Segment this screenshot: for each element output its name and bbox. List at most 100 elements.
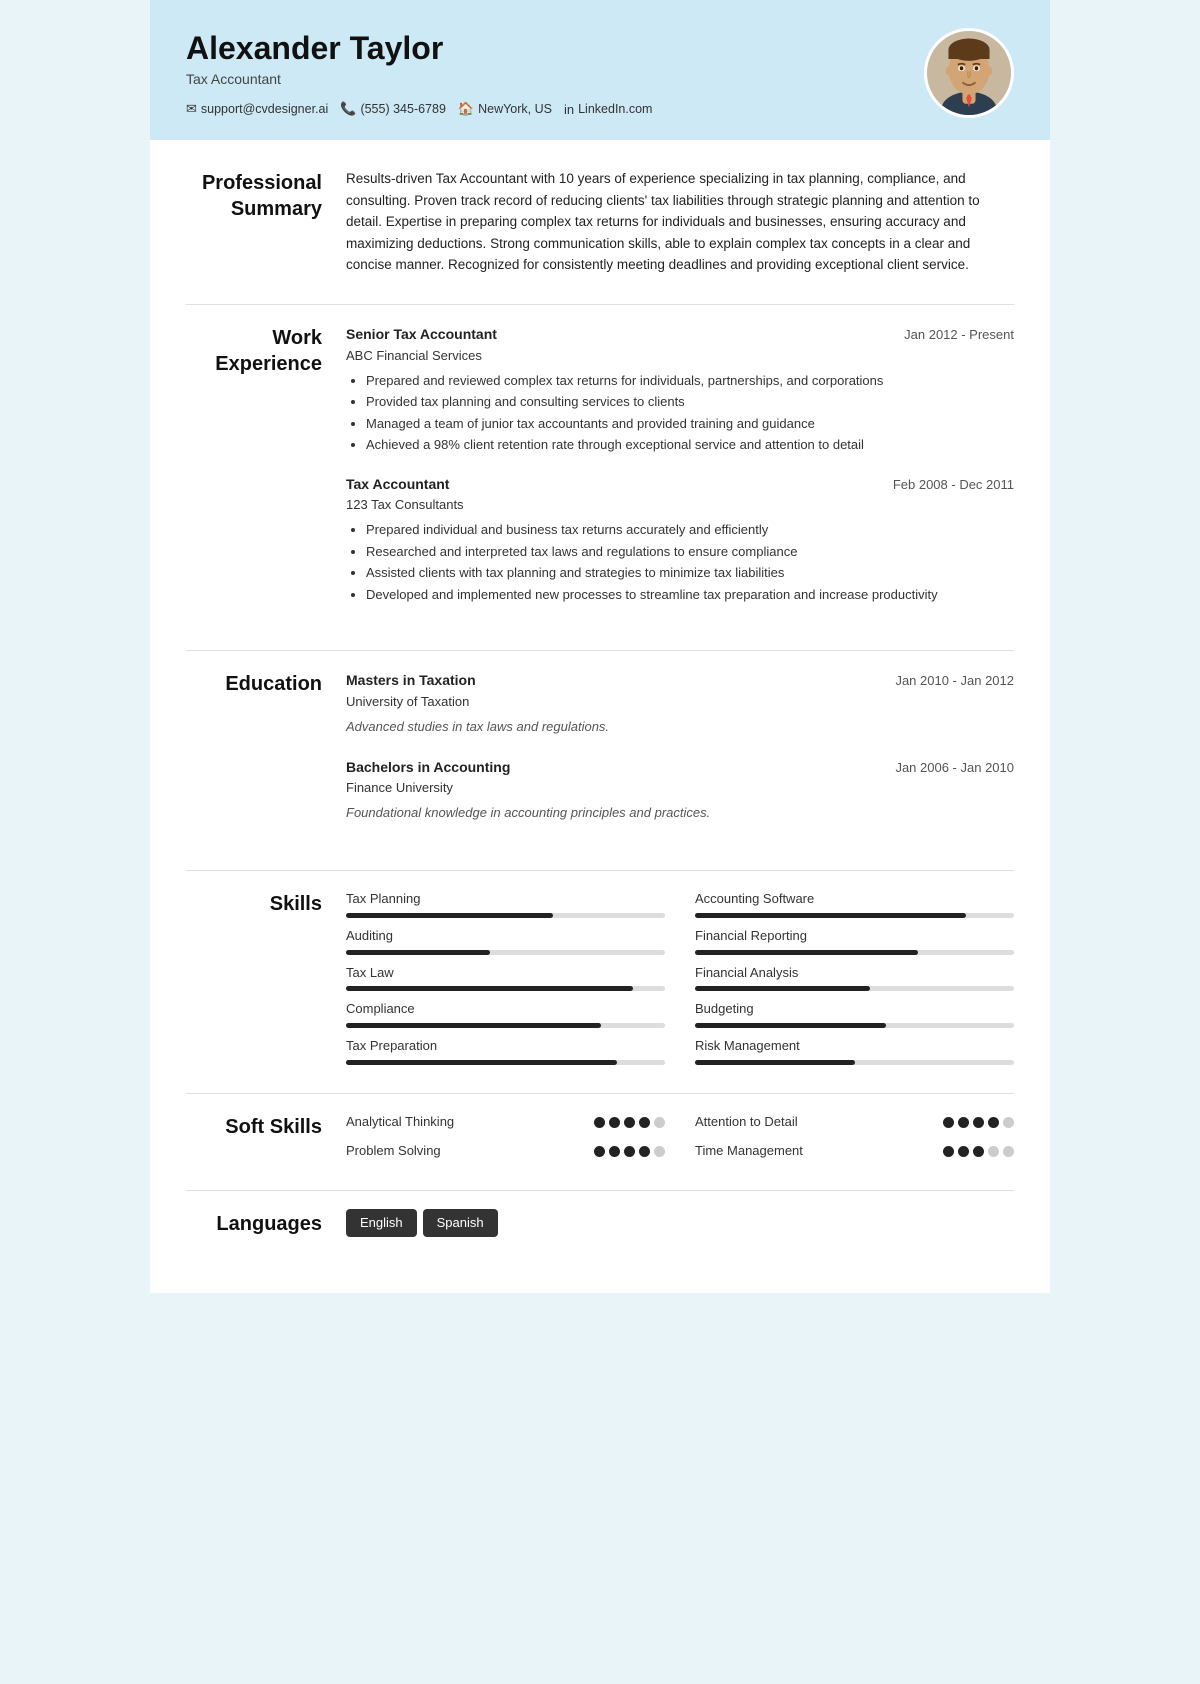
bullet-item: Developed and implemented new processes … [366, 585, 1014, 605]
bullet-item: Assisted clients with tax planning and s… [366, 563, 1014, 583]
phone-contact: 📞 (555) 345-6789 [340, 101, 446, 117]
dot-filled [958, 1146, 969, 1157]
languages-content: EnglishSpanish [346, 1209, 1014, 1238]
skill-bar-fill [346, 913, 553, 918]
skill-name: Tax Law [346, 963, 665, 984]
language-tag: English [346, 1209, 417, 1238]
edu-entry-2-date: Jan 2006 - Jan 2010 [895, 758, 1014, 779]
skill-item: Tax Planning [346, 889, 665, 918]
dot-empty [988, 1146, 999, 1157]
soft-skills-section: Soft Skills Analytical Thinking Attentio… [186, 1112, 1014, 1162]
work-entry-1-bullets: Prepared and reviewed complex tax return… [346, 371, 1014, 455]
soft-skill-name: Analytical Thinking [346, 1112, 454, 1133]
edu-entry-1-date: Jan 2010 - Jan 2012 [895, 671, 1014, 692]
candidate-title: Tax Accountant [186, 71, 652, 87]
work-entry-1-date: Jan 2012 - Present [904, 325, 1014, 346]
work-entry-2-title: Tax Accountant [346, 473, 449, 495]
skill-bar-fill [695, 986, 870, 991]
dot-filled [624, 1146, 635, 1157]
divider-5 [186, 1190, 1014, 1191]
skill-name: Financial Analysis [695, 963, 1014, 984]
skill-bar-bg [346, 1023, 665, 1028]
soft-skills-grid: Analytical Thinking Attention to Detail … [346, 1112, 1014, 1162]
skill-name: Accounting Software [695, 889, 1014, 910]
profile-photo [924, 28, 1014, 118]
email-contact: ✉ support@cvdesigner.ai [186, 101, 328, 117]
work-entry-2-org: 123 Tax Consultants [346, 495, 1014, 516]
dot-empty [654, 1117, 665, 1128]
skill-bar-fill [346, 950, 490, 955]
soft-skills-content: Analytical Thinking Attention to Detail … [346, 1112, 1014, 1162]
email-value: support@cvdesigner.ai [201, 102, 328, 116]
edu-entry-1-title: Masters in Taxation [346, 669, 476, 691]
work-section: WorkExperience Senior Tax Accountant Jan… [186, 323, 1014, 622]
dot-filled [988, 1117, 999, 1128]
skill-name: Risk Management [695, 1036, 1014, 1057]
bullet-item: Prepared individual and business tax ret… [366, 520, 1014, 540]
linkedin-icon: in [564, 102, 574, 117]
skill-item: Tax Preparation [346, 1036, 665, 1065]
bullet-item: Achieved a 98% client retention rate thr… [366, 435, 1014, 455]
bullet-item: Researched and interpreted tax laws and … [366, 542, 1014, 562]
soft-skill-item: Attention to Detail [695, 1112, 1014, 1133]
education-content: Masters in Taxation Jan 2010 - Jan 2012 … [346, 669, 1014, 842]
dot-filled [639, 1117, 650, 1128]
languages-label: Languages [186, 1209, 346, 1238]
skill-bar-bg [695, 1023, 1014, 1028]
edu-entry-2-header: Bachelors in Accounting Jan 2006 - Jan 2… [346, 756, 1014, 779]
soft-skill-dots [943, 1117, 1014, 1128]
skill-bar-fill [695, 913, 966, 918]
skill-item: Compliance [346, 999, 665, 1028]
skills-label: Skills [186, 889, 346, 1065]
soft-skill-item: Analytical Thinking [346, 1112, 665, 1133]
candidate-name: Alexander Taylor [186, 29, 652, 67]
skill-bar-bg [346, 913, 665, 918]
soft-skill-dots [594, 1117, 665, 1128]
soft-skills-label: Soft Skills [186, 1112, 346, 1162]
dot-filled [943, 1146, 954, 1157]
dot-filled [594, 1146, 605, 1157]
work-entry-2-date: Feb 2008 - Dec 2011 [893, 475, 1014, 496]
edu-entry-1: Masters in Taxation Jan 2010 - Jan 2012 … [346, 669, 1014, 737]
summary-content: Results-driven Tax Accountant with 10 ye… [346, 168, 1014, 276]
linkedin-contact: in LinkedIn.com [564, 102, 652, 117]
work-entry-2: Tax Accountant Feb 2008 - Dec 2011 123 T… [346, 473, 1014, 605]
divider-3 [186, 870, 1014, 871]
dot-filled [639, 1146, 650, 1157]
phone-value: (555) 345-6789 [360, 102, 445, 116]
skill-item: Accounting Software [695, 889, 1014, 918]
skill-bar-bg [695, 1060, 1014, 1065]
skill-bar-bg [695, 913, 1014, 918]
skill-bar-fill [695, 1060, 855, 1065]
edu-entry-1-desc: Advanced studies in tax laws and regulat… [346, 717, 1014, 738]
edu-entry-1-org: University of Taxation [346, 692, 1014, 713]
skill-item: Risk Management [695, 1036, 1014, 1065]
work-entry-1: Senior Tax Accountant Jan 2012 - Present… [346, 323, 1014, 455]
skill-item: Budgeting [695, 999, 1014, 1028]
soft-skill-dots [594, 1146, 665, 1157]
dot-filled [943, 1117, 954, 1128]
skill-bar-bg [346, 986, 665, 991]
bullet-item: Prepared and reviewed complex tax return… [366, 371, 1014, 391]
header-left: Alexander Taylor Tax Accountant ✉ suppor… [186, 29, 652, 117]
skill-item: Tax Law [346, 963, 665, 992]
skill-bar-bg [695, 986, 1014, 991]
work-entry-2-header: Tax Accountant Feb 2008 - Dec 2011 [346, 473, 1014, 496]
skill-bar-bg [346, 950, 665, 955]
dot-empty [654, 1146, 665, 1157]
bullet-item: Provided tax planning and consulting ser… [366, 392, 1014, 412]
skill-bar-bg [346, 1060, 665, 1065]
soft-skill-item: Problem Solving [346, 1141, 665, 1162]
dot-filled [958, 1117, 969, 1128]
dot-filled [609, 1117, 620, 1128]
soft-skill-dots [943, 1146, 1014, 1157]
education-section: Education Masters in Taxation Jan 2010 -… [186, 669, 1014, 842]
skill-bar-fill [695, 1023, 886, 1028]
bullet-item: Managed a team of junior tax accountants… [366, 414, 1014, 434]
divider-1 [186, 304, 1014, 305]
phone-icon: 📞 [340, 101, 356, 117]
dot-filled [973, 1117, 984, 1128]
summary-label: ProfessionalSummary [186, 168, 346, 276]
skill-name: Tax Planning [346, 889, 665, 910]
dot-filled [624, 1117, 635, 1128]
